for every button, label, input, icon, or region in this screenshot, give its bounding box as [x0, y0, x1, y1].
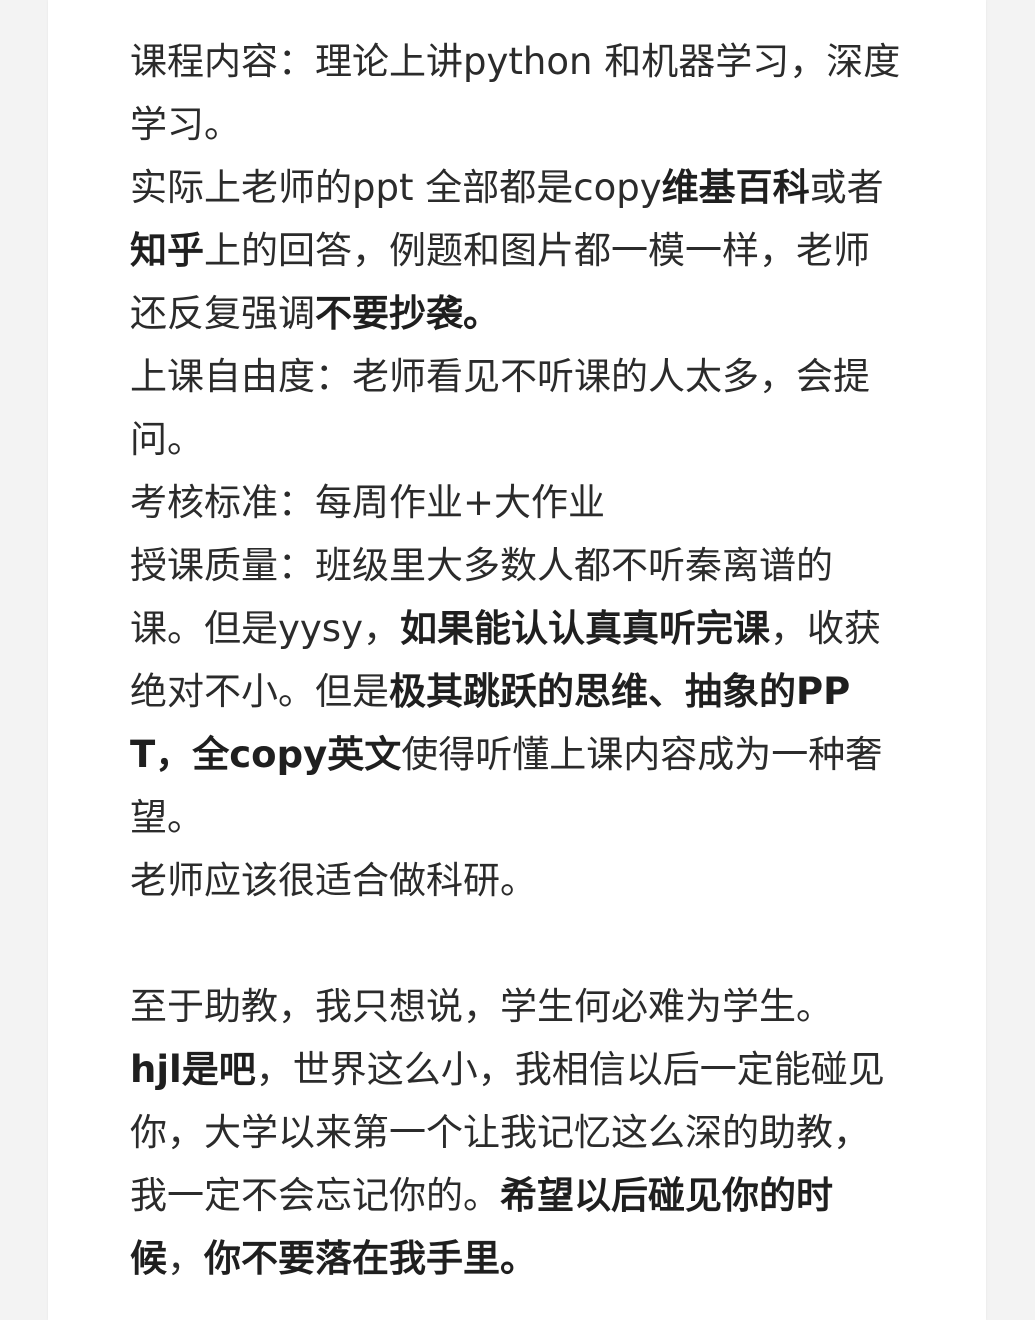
text-run: 或者 [809, 166, 884, 209]
paragraph-class-freedom: 上课自由度：老师看见不听课的人太多，会提问。 [130, 345, 905, 471]
bold-text-run: 知乎 [130, 229, 204, 272]
paragraph-grading: 考核标准：每周作业+大作业 [130, 471, 905, 534]
paragraph-ta-intro: 至于助教，我只想说，学生何必难为学生。 [130, 975, 905, 1038]
text-run: 上的回答，例题和图片都一模一样，老师还反复强调 [130, 229, 870, 335]
bold-text-run: 维基百科 [661, 166, 810, 209]
bold-text-run: 如果能认认真真听完课 [399, 607, 770, 650]
paragraph-teaching-quality: 授课质量：班级里大多数人都不听秦离谱的课。但是yysy，如果能认认真真听完课，收… [130, 534, 905, 849]
bold-text-run: 不要抄袭。 [315, 292, 500, 335]
post-body: 课程内容：理论上讲python 和机器学习，深度学习。 实际上老师的ppt 全部… [130, 30, 905, 1290]
text-run: 上课自由度：老师看见不听课的人太多，会提问。 [130, 355, 870, 461]
bold-text-run: 你不要落在我手里。 [204, 1237, 537, 1280]
text-run: 实际上老师的ppt 全部都是copy [130, 166, 662, 209]
paragraph-research: 老师应该很适合做科研。 [130, 849, 905, 912]
text-run: 考核标准：每周作业+大作业 [130, 481, 606, 524]
paragraph-ta-remark: hjl是吧，世界这么小，我相信以后一定能碰见你，大学以来第一个让我记忆这么深的助… [130, 1038, 905, 1290]
text-run: 老师应该很适合做科研。 [130, 859, 537, 902]
text-run: 课程内容：理论上讲python 和机器学习，深度学习。 [130, 40, 901, 146]
text-run: 至于助教，我只想说，学生何必难为学生。 [130, 985, 833, 1028]
text-run: ， [167, 1237, 204, 1280]
paragraph-course-content: 课程内容：理论上讲python 和机器学习，深度学习。 [130, 30, 905, 156]
bold-text-run: hjl是吧 [130, 1048, 256, 1091]
paragraph-ppt-copy: 实际上老师的ppt 全部都是copy维基百科或者知乎上的回答，例题和图片都一模一… [130, 156, 905, 345]
